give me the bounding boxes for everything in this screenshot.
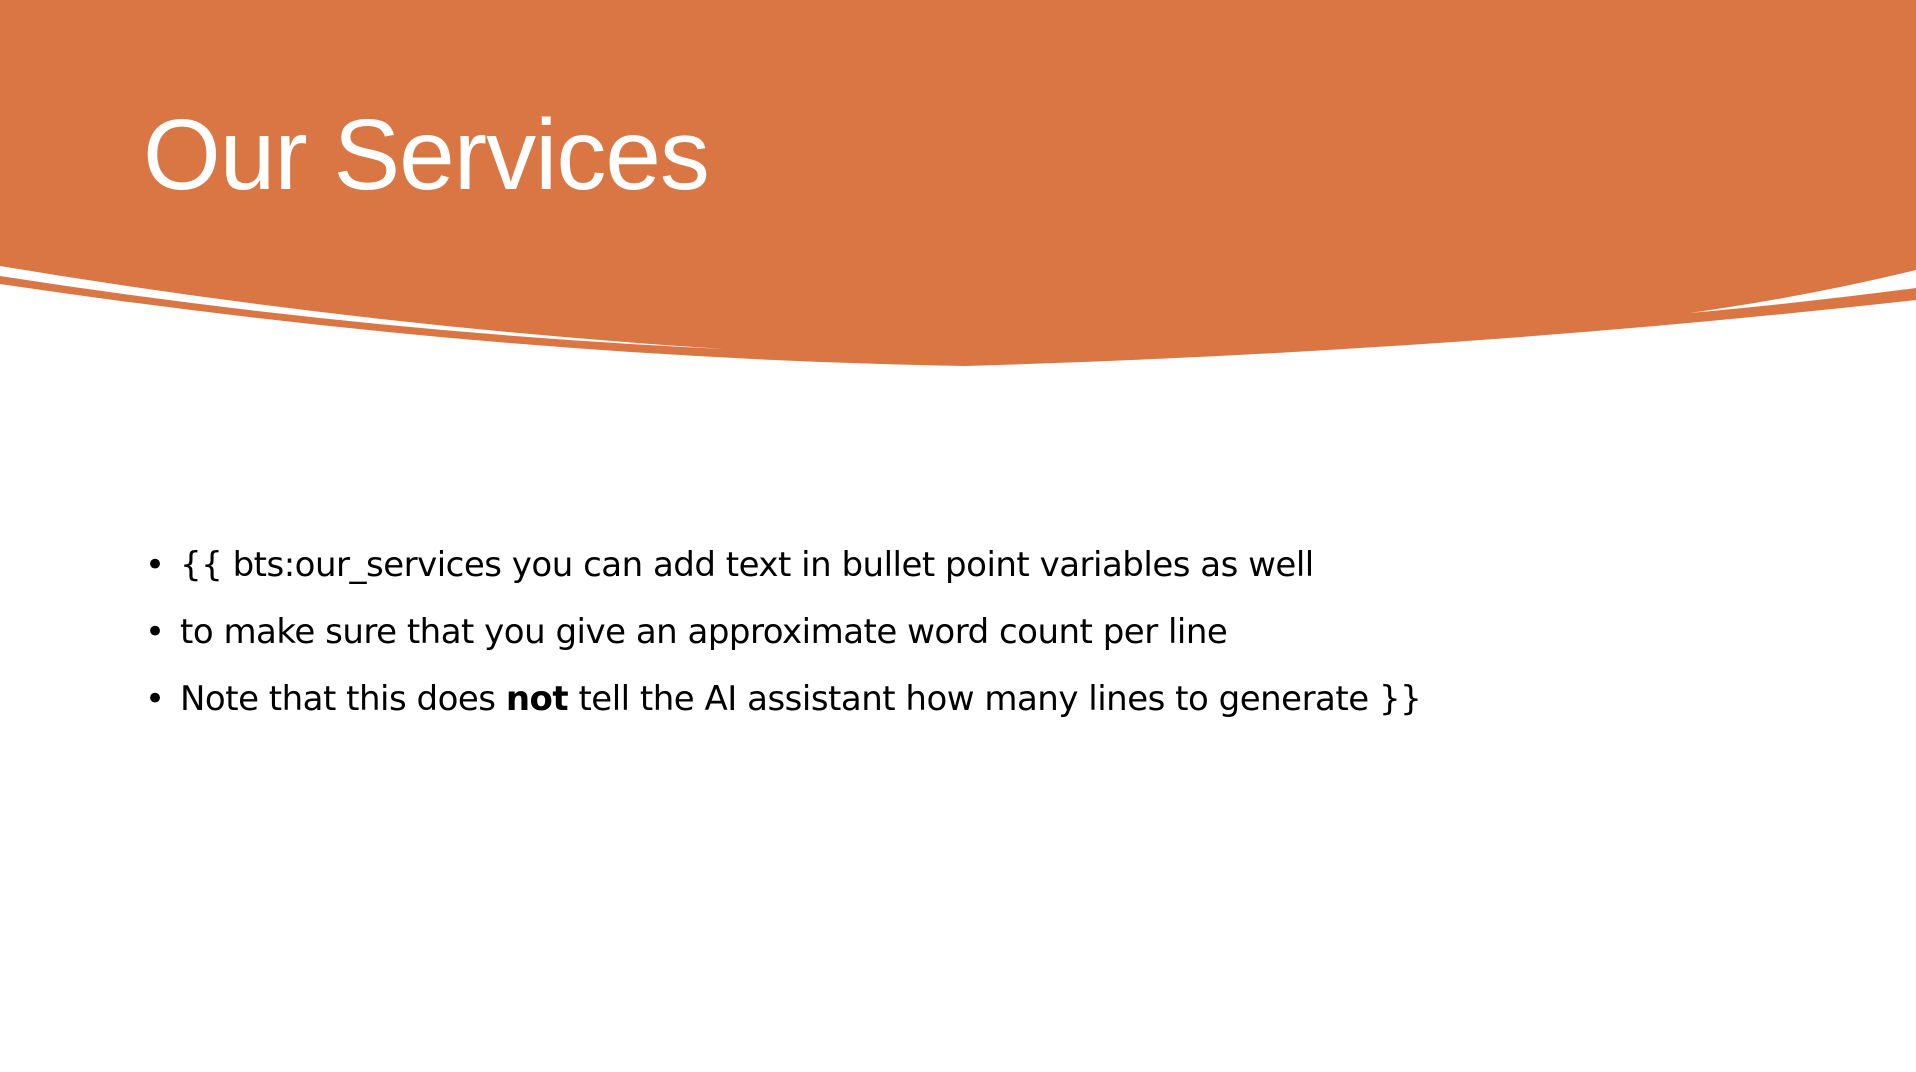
bullet-item: {{ bts:our_services you can add text in … — [145, 541, 1421, 608]
bullet-item: to make sure that you give an approximat… — [145, 608, 1421, 675]
bullet-text-bold: not — [505, 679, 569, 719]
bullet-text: {{ bts:our_services you can add text in … — [180, 545, 1314, 585]
bullet-item: Note that this does not tell the AI assi… — [145, 675, 1422, 742]
bullet-list: {{ bts:our_services you can add text in … — [145, 541, 1422, 742]
bullet-text: to make sure that you give an approximat… — [180, 612, 1228, 652]
bullet-text-before: Note that this does — [180, 679, 506, 719]
slide-title: Our Services — [143, 99, 710, 211]
bullet-text-after: tell the AI assistant how many lines to … — [568, 679, 1422, 719]
